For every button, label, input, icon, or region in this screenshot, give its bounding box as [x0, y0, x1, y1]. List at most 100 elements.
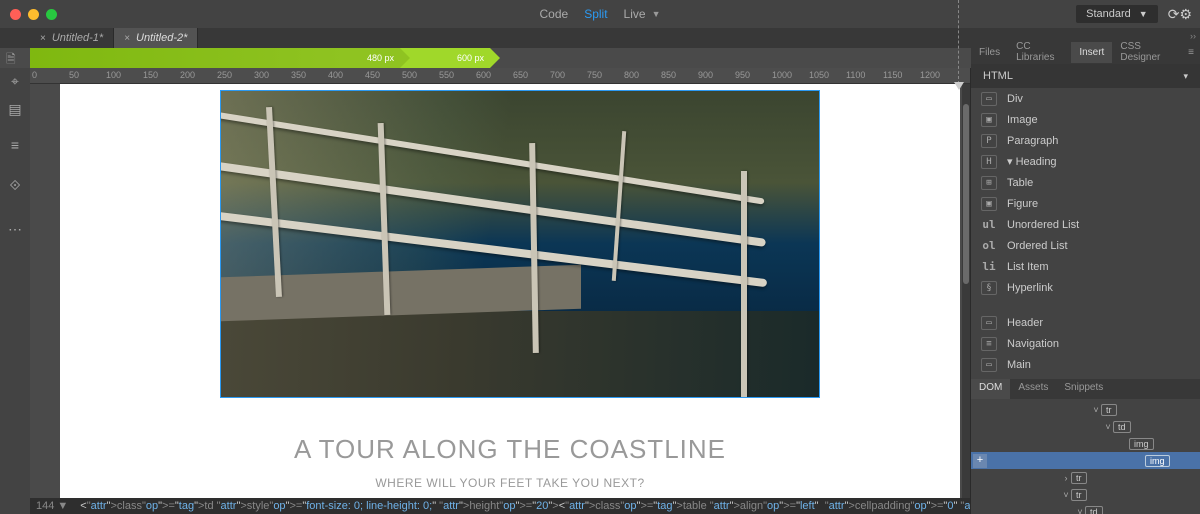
insert-item-icon: §	[981, 281, 997, 295]
document-canvas[interactable]: A TOUR ALONG THE COASTLINE WHERE WILL YO…	[60, 84, 960, 498]
insert-item[interactable]: li List Item	[971, 256, 1200, 277]
insert-item[interactable]: ulUnordered List	[971, 214, 1200, 235]
ruler-tick: 700	[550, 70, 565, 80]
dom-tag-label: tr	[1071, 472, 1087, 484]
panel-tab-group: Files CC Libraries Insert CSS Designer ≡	[971, 40, 1200, 64]
ruler-tick: 150	[143, 70, 158, 80]
breakpoint-600[interactable]: 600 px	[400, 48, 490, 68]
dom-node[interactable]: ˅tr	[971, 486, 1200, 503]
minimize-window-button[interactable]	[28, 9, 39, 20]
dom-node[interactable]: ›tr	[971, 469, 1200, 486]
ruler-tick: 600	[476, 70, 491, 80]
code-view-tab[interactable]: Code	[540, 7, 569, 21]
insert-item-icon: ≡	[981, 337, 997, 351]
split-view-tab[interactable]: Split	[584, 7, 607, 21]
insert-item-label: Navigation	[1007, 338, 1059, 350]
insert-item[interactable]: ▭ Header	[971, 312, 1200, 333]
insert-item[interactable]: ▣Figure	[971, 193, 1200, 214]
vertical-scrollbar[interactable]	[962, 84, 970, 514]
tool-icon[interactable]: ⌖	[6, 72, 24, 90]
design-view: 0501001502002503003504004505005506006507…	[30, 68, 970, 514]
fullscreen-window-button[interactable]	[46, 9, 57, 20]
title-bar: Code Split Live ▼ Standard ▼ ⟳⚙	[0, 0, 1200, 28]
close-tab-icon[interactable]: ×	[40, 33, 46, 44]
insert-item-label: Hyperlink	[1007, 282, 1053, 294]
live-view-tab[interactable]: Live	[624, 7, 646, 21]
insert-panel-tab[interactable]: Insert	[1071, 42, 1112, 63]
insert-item[interactable]: H▾ Heading	[971, 151, 1200, 172]
insert-item-label: List Item	[1007, 261, 1049, 273]
insert-item[interactable]: ▣ Image	[971, 109, 1200, 130]
dom-tab[interactable]: DOM	[971, 379, 1010, 399]
dom-tree[interactable]: ˅tr˅tdimg+img›tr˅tr˅td˅table˅tbody	[971, 399, 1200, 514]
assets-tab[interactable]: Assets	[1010, 379, 1056, 399]
add-element-button[interactable]: +	[973, 454, 987, 468]
tool-icon[interactable]: ▤	[6, 100, 24, 118]
page-subheading[interactable]: WHERE WILL YOUR FEET TAKE YOU NEXT?	[60, 476, 960, 490]
insert-item[interactable]: ▭Main	[971, 354, 1200, 375]
page-heading[interactable]: A TOUR ALONG THE COASTLINE	[60, 434, 960, 465]
insert-item-label: Header	[1007, 317, 1043, 329]
document-tab[interactable]: × Untitled-2*	[114, 28, 198, 48]
ruler-tick: 900	[698, 70, 713, 80]
insert-item-icon: ▣	[981, 113, 997, 127]
insert-item-label: Image	[1007, 114, 1038, 126]
css-designer-panel-tab[interactable]: CSS Designer	[1112, 36, 1182, 68]
insert-item-list: ▭Div ▣ Image PParagraphH▾ Heading⊞Table▣Fig…	[971, 88, 1200, 298]
right-panels: Files CC Libraries Insert CSS Designer ≡…	[970, 68, 1200, 514]
dom-node[interactable]: + img	[971, 452, 1200, 469]
insert-item[interactable]: PParagraph	[971, 130, 1200, 151]
tool-icon[interactable]: ≡	[6, 136, 24, 154]
ruler-tick: 950	[735, 70, 750, 80]
ruler-tick: 1150	[883, 70, 902, 80]
cc-libraries-panel-tab[interactable]: CC Libraries	[1008, 36, 1071, 68]
expand-arrow-icon[interactable]: ›	[1061, 473, 1071, 483]
close-tab-icon[interactable]: ×	[124, 33, 130, 44]
insert-item[interactable]: ol Ordered List	[971, 235, 1200, 256]
tool-icon[interactable]: ⟐	[6, 176, 24, 194]
insert-item-icon: ▭	[981, 358, 997, 372]
ruler-tick: 50	[69, 70, 79, 80]
ruler-tick: 1000	[772, 70, 792, 80]
ruler-tick: 750	[587, 70, 602, 80]
insert-item[interactable]: § Hyperlink	[971, 277, 1200, 298]
panel-menu-icon[interactable]: ≡	[1182, 47, 1200, 58]
expand-arrow-icon[interactable]: ˅	[1103, 422, 1113, 432]
workspace-selector[interactable]: Standard ▼	[1076, 5, 1158, 23]
dom-node[interactable]: img	[971, 435, 1200, 452]
insert-item-icon: ▭	[981, 316, 997, 330]
more-tools-icon[interactable]: ⋯	[6, 220, 24, 238]
ruler-tick: 1100	[846, 70, 865, 80]
ruler-tick: 650	[513, 70, 528, 80]
insert-item-icon: ▭	[981, 92, 997, 106]
view-mode-switcher: Code Split Live ▼	[540, 7, 661, 21]
snippets-tab[interactable]: Snippets	[1056, 379, 1111, 399]
expand-arrow-icon[interactable]: ˅	[1061, 490, 1071, 500]
document-tab[interactable]: × Untitled-1*	[30, 28, 114, 48]
insert-item[interactable]: ⊞Table	[971, 172, 1200, 193]
files-panel-tab[interactable]: Files	[971, 42, 1008, 63]
expand-arrow-icon[interactable]: ˅	[1091, 405, 1101, 415]
live-dropdown-icon[interactable]: ▼	[652, 9, 661, 19]
insert-item-icon: ▣	[981, 197, 997, 211]
dom-node[interactable]: ˅tr	[971, 401, 1200, 418]
dom-node[interactable]: ˅td	[971, 503, 1200, 514]
insert-item[interactable]: ▭Div	[971, 88, 1200, 109]
insert-item-label: Ordered List	[1007, 240, 1068, 252]
expand-arrow-icon[interactable]: ˅	[1075, 507, 1085, 514]
ruler-tick: 1200	[920, 70, 940, 80]
selected-image[interactable]	[220, 90, 820, 398]
dom-tag-label: img	[1145, 455, 1170, 467]
breakpoint-480[interactable]: 480 px	[30, 48, 400, 68]
insert-item[interactable]: ≡ Navigation	[971, 333, 1200, 354]
insert-item-icon: ol	[981, 240, 997, 252]
ruler-tick: 350	[291, 70, 306, 80]
sync-settings-icon[interactable]: ⟳⚙	[1168, 6, 1192, 23]
code-view-line[interactable]: 144 ▼ <"attr">class"op">="tag">td "attr"…	[30, 498, 970, 514]
dom-node[interactable]: ˅td	[971, 418, 1200, 435]
close-window-button[interactable]	[10, 9, 21, 20]
workspace-label: Standard	[1086, 8, 1131, 20]
insert-item-icon: H	[981, 155, 997, 169]
insert-item-icon: li	[981, 261, 997, 273]
workspace-area: Standard ▼ ⟳⚙	[1076, 5, 1192, 23]
